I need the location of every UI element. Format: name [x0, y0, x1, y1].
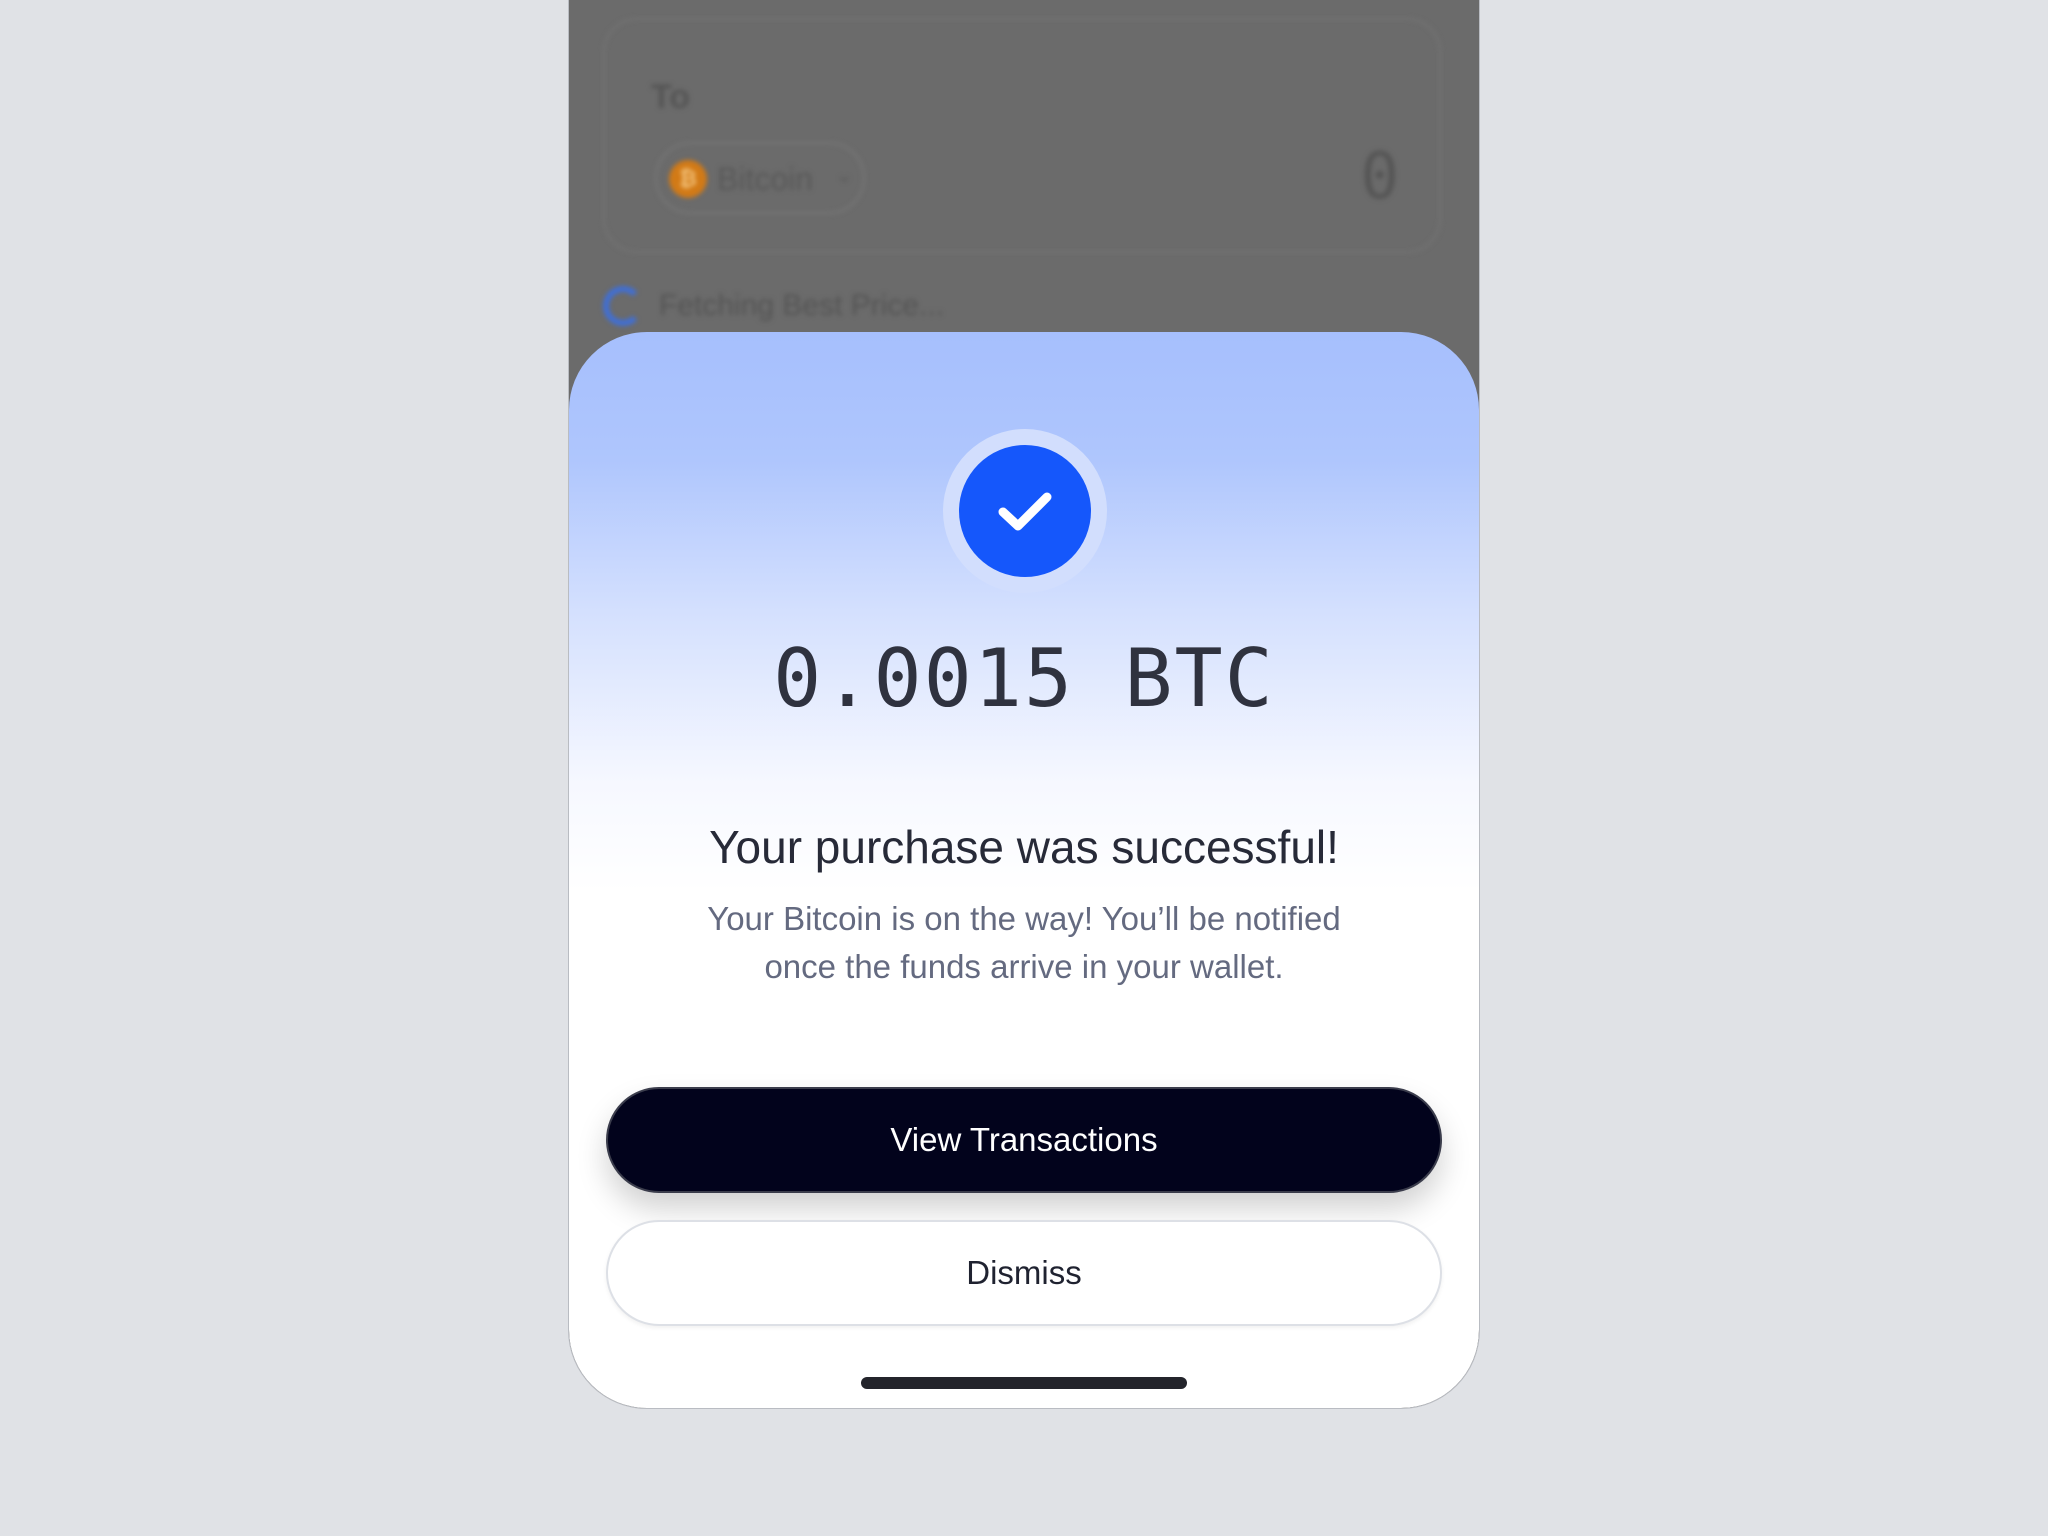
- success-subtitle: Your Bitcoin is on the way! You’ll be no…: [707, 900, 1341, 985]
- home-indicator[interactable]: [861, 1377, 1187, 1389]
- coin-name: Bitcoin: [717, 161, 814, 197]
- to-card: To ₿ Bitcoin ⌄ 0: [603, 18, 1441, 253]
- bitcoin-icon: ₿: [669, 160, 707, 198]
- phone-screen: To ₿ Bitcoin ⌄ 0 Fetching Best Price... …: [569, 0, 1479, 1408]
- chevron-down-icon: ⌄: [835, 162, 854, 187]
- checkmark-icon: [998, 492, 1052, 531]
- purchase-amount: 0.0015 BTC: [773, 632, 1275, 725]
- check-circle-icon: [959, 445, 1091, 577]
- check-halo: [943, 429, 1107, 593]
- coin-selector[interactable]: ₿ Bitcoin ⌄: [655, 142, 865, 214]
- fetching-status: Fetching Best Price...: [603, 286, 944, 326]
- success-bottom-sheet: 0.0015 BTC Your purchase was successful!…: [569, 332, 1479, 1408]
- to-amount-placeholder: 0: [1360, 140, 1399, 214]
- dismiss-button[interactable]: Dismiss: [606, 1220, 1442, 1326]
- fetching-text: Fetching Best Price...: [659, 289, 945, 322]
- success-title: Your purchase was successful!: [709, 821, 1339, 873]
- view-transactions-button[interactable]: View Transactions: [606, 1087, 1442, 1193]
- to-label: To: [651, 78, 691, 116]
- loading-spinner-icon: [603, 286, 643, 326]
